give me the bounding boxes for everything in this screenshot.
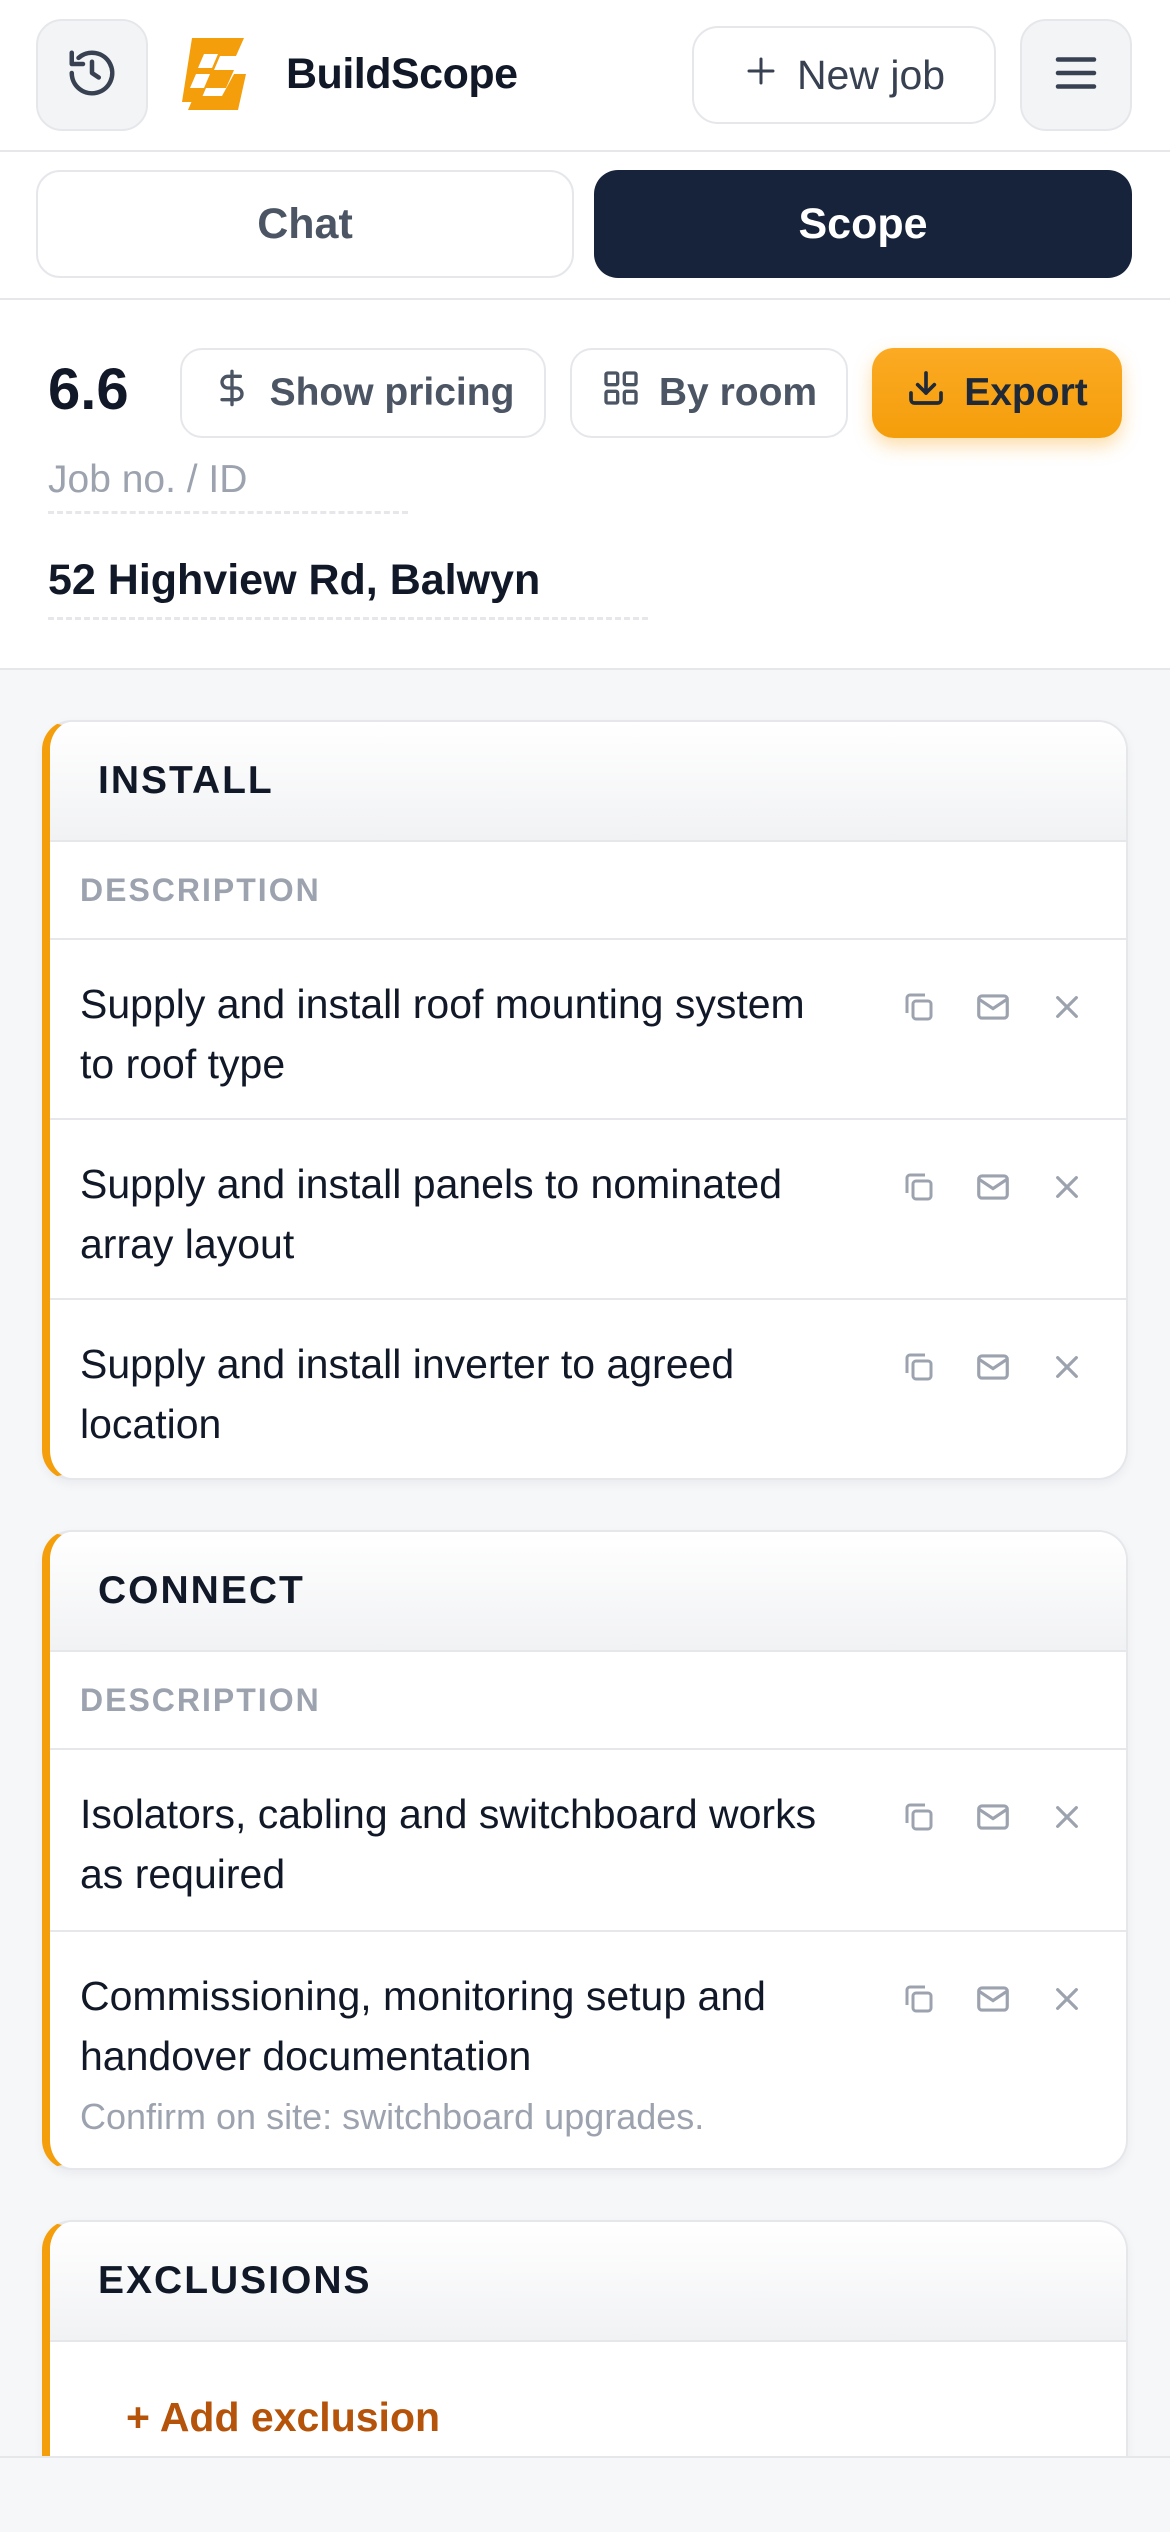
scope-line-item[interactable]: Supply and install roof mounting system … (50, 940, 1126, 1120)
plus-icon (743, 52, 779, 99)
duplicate-icon[interactable] (900, 1168, 938, 1206)
section-card-connect: CONNECT DESCRIPTION Isolators, cabling a… (42, 1530, 1128, 2170)
line-item-text[interactable]: Commissioning, monitoring setup and hand… (80, 1966, 840, 2086)
mail-icon[interactable] (974, 1348, 1012, 1386)
mail-icon[interactable] (974, 1798, 1012, 1836)
line-item-actions (900, 1980, 1086, 2018)
scope-line-item[interactable]: Supply and install inverter to agreed lo… (50, 1300, 1126, 1478)
line-item-text[interactable]: Isolators, cabling and switchboard works… (80, 1784, 840, 1904)
show-pricing-label: Show pricing (269, 371, 515, 414)
duplicate-icon[interactable] (900, 1798, 938, 1836)
dollar-icon (212, 368, 252, 418)
top-bar: BuildScope New job (0, 0, 1170, 152)
section-title: CONNECT (50, 1532, 1126, 1652)
download-icon (906, 368, 946, 418)
duplicate-icon[interactable] (900, 1348, 938, 1386)
grid-icon (601, 368, 641, 418)
section-title: INSTALL (50, 722, 1126, 842)
close-icon[interactable] (1048, 1798, 1086, 1836)
duplicate-icon[interactable] (900, 988, 938, 1026)
brand-name: BuildScope (286, 50, 518, 98)
line-item-actions (900, 988, 1086, 1026)
line-item-note: Confirm on site: switchboard upgrades. (80, 2096, 705, 2137)
buildscope-logo (174, 34, 252, 114)
mail-icon[interactable] (974, 988, 1012, 1026)
mail-icon[interactable] (974, 1980, 1012, 2018)
show-pricing-button[interactable]: Show pricing (180, 348, 546, 438)
line-item-actions (900, 1168, 1086, 1206)
history-icon (65, 46, 119, 105)
line-item-text[interactable]: Supply and install roof mounting system … (80, 974, 840, 1094)
export-label: Export (964, 371, 1088, 414)
app-screen: BuildScope New job Chat Scope 6.6 Show p… (0, 0, 1170, 2532)
new-job-label: New job (796, 51, 946, 98)
line-item-text[interactable]: Supply and install inverter to agreed lo… (80, 1334, 840, 1454)
section-card-install: INSTALL DESCRIPTION Supply and install r… (42, 720, 1128, 1480)
section-title: EXCLUSIONS (50, 2222, 1126, 2342)
tab-chat[interactable]: Chat (36, 170, 574, 278)
close-icon[interactable] (1048, 1980, 1086, 2018)
job-number-field[interactable]: Job no. / ID (48, 458, 408, 514)
scope-line-item[interactable]: Isolators, cabling and switchboard works… (50, 1750, 1126, 1932)
by-room-button[interactable]: By room (570, 348, 848, 438)
line-item-actions (900, 1798, 1086, 1836)
column-header-description: DESCRIPTION (50, 842, 1126, 940)
line-item-text[interactable]: Supply and install panels to nominated a… (80, 1154, 840, 1274)
duplicate-icon[interactable] (900, 1980, 938, 2018)
close-icon[interactable] (1048, 1168, 1086, 1206)
scope-line-item[interactable]: Commissioning, monitoring setup and hand… (50, 1932, 1126, 2168)
by-room-label: By room (658, 371, 818, 414)
address-field[interactable]: 52 Highview Rd, Balwyn (48, 556, 648, 620)
version-number: 6.6 (48, 357, 129, 422)
scope-line-item[interactable]: Supply and install panels to nominated a… (50, 1120, 1126, 1300)
column-header-description: DESCRIPTION (50, 1652, 1126, 1750)
tab-scope[interactable]: Scope (594, 170, 1132, 278)
mail-icon[interactable] (974, 1168, 1012, 1206)
close-icon[interactable] (1048, 988, 1086, 1026)
line-item-actions (900, 1348, 1086, 1386)
new-job-button[interactable]: New job (692, 26, 996, 124)
history-button[interactable] (36, 19, 148, 131)
view-tabs: Chat Scope (0, 152, 1170, 300)
close-icon[interactable] (1048, 1348, 1086, 1386)
bottom-bar (0, 2456, 1170, 2532)
hamburger-menu-icon (1049, 46, 1103, 105)
menu-button[interactable] (1020, 19, 1132, 131)
scope-toolbar: 6.6 Show pricing By room Export Job no. … (0, 300, 1170, 670)
export-button[interactable]: Export (872, 348, 1122, 438)
